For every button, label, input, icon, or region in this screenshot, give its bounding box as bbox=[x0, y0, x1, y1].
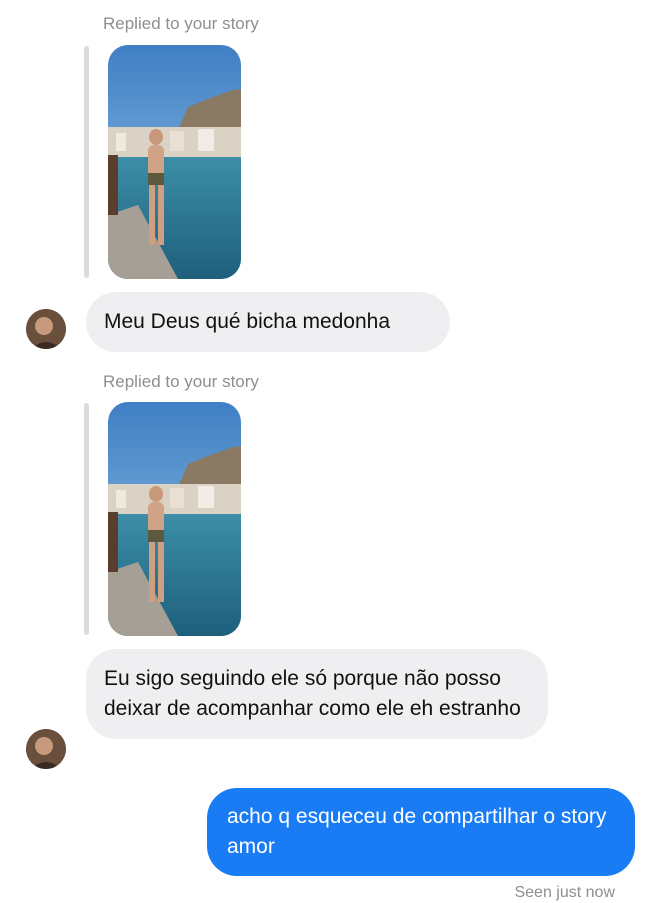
story-thumbnail[interactable] bbox=[108, 45, 241, 279]
incoming-message-bubble[interactable]: Meu Deus qué bicha medonha bbox=[86, 292, 450, 352]
outgoing-message-bubble[interactable]: acho q esqueceu de compartilhar o story … bbox=[207, 788, 635, 876]
contact-avatar[interactable] bbox=[26, 729, 66, 769]
replied-to-story-label: Replied to your story bbox=[103, 372, 259, 391]
replied-to-story-label: Replied to your story bbox=[103, 14, 259, 33]
avatar-icon bbox=[26, 729, 66, 769]
story-image bbox=[108, 402, 241, 636]
reply-quote-bar bbox=[84, 403, 89, 635]
avatar-icon bbox=[26, 309, 66, 349]
seen-status: Seen just now bbox=[514, 884, 615, 901]
reply-quote-bar bbox=[84, 46, 89, 278]
story-image bbox=[108, 45, 241, 279]
incoming-message-bubble[interactable]: Eu sigo seguindo ele só porque não posso… bbox=[86, 649, 548, 739]
contact-avatar[interactable] bbox=[26, 309, 66, 349]
story-thumbnail[interactable] bbox=[108, 402, 241, 636]
